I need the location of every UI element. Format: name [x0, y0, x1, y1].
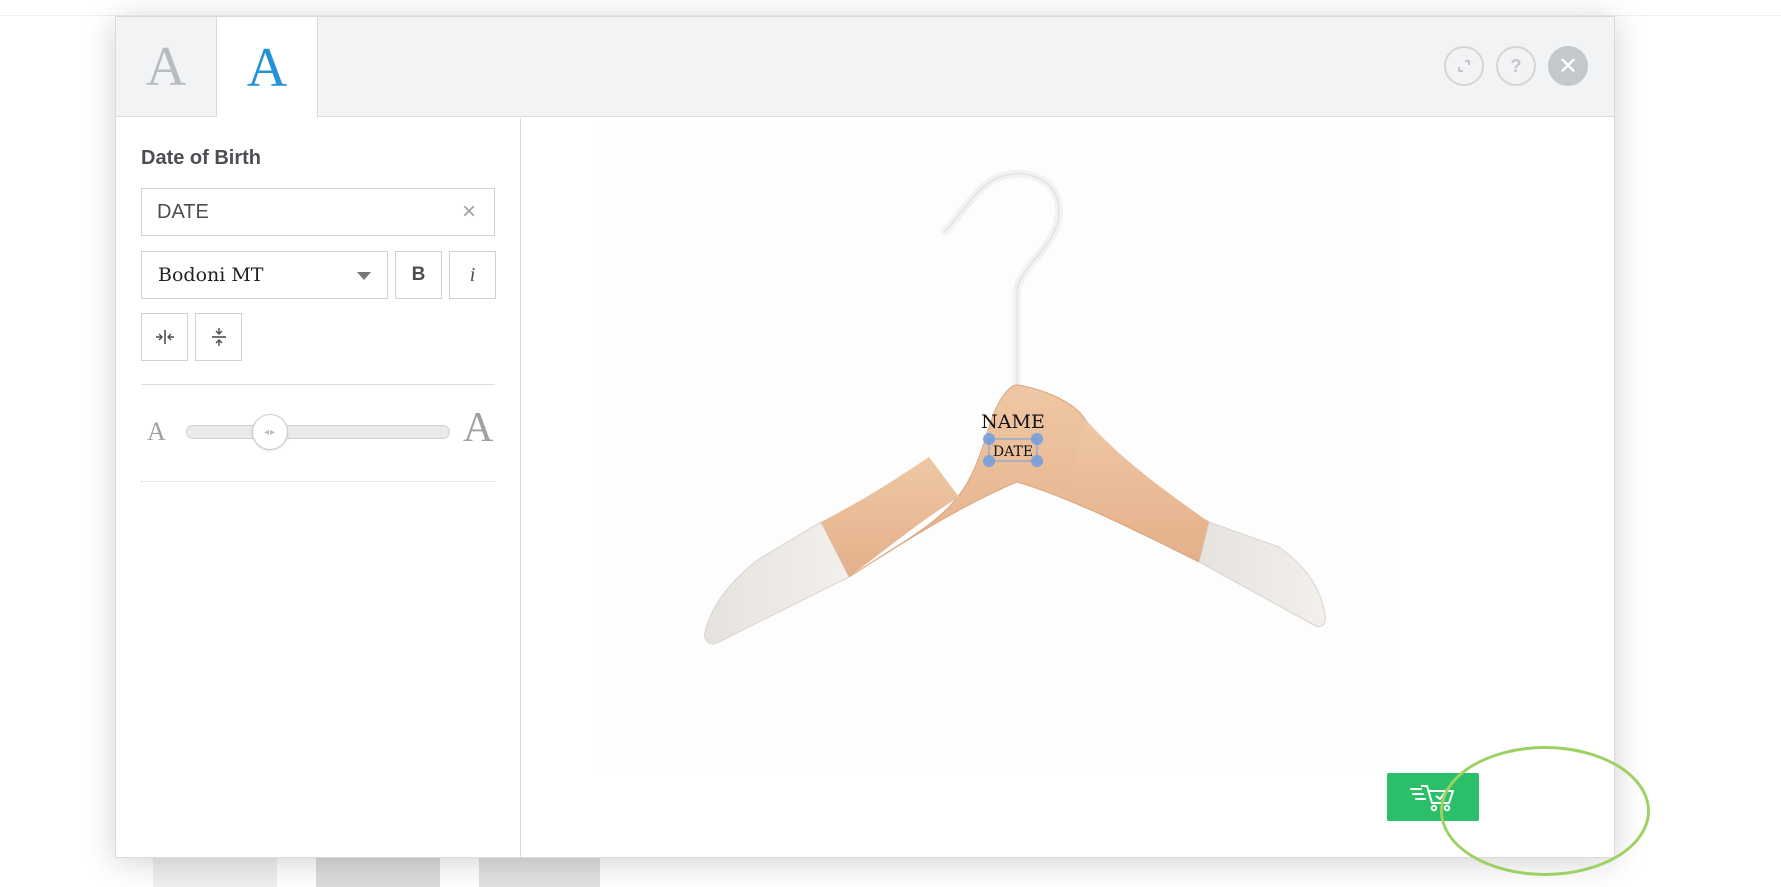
close-button[interactable]: ✕ — [1548, 46, 1588, 86]
chevron-down-icon — [357, 272, 371, 280]
name-text-layer[interactable]: NAME — [981, 411, 1045, 433]
text-settings-panel: Date of Birth × Bodoni MT B i — [116, 118, 521, 857]
clear-icon[interactable]: × — [458, 200, 480, 224]
modal-header: A A ? ✕ — [116, 17, 1614, 118]
align-center-vertical-icon — [211, 328, 226, 346]
product-preview: NAME DATE — [599, 127, 1399, 775]
font-size-large-label: A — [463, 405, 494, 451]
section-divider — [141, 481, 495, 482]
section-divider — [141, 384, 495, 385]
expand-icon — [1458, 60, 1470, 72]
font-family-value: Bodoni MT — [158, 264, 264, 286]
add-to-cart-button[interactable] — [1387, 773, 1479, 821]
font-family-select[interactable]: Bodoni MT — [141, 251, 388, 299]
bold-button[interactable]: B — [395, 251, 442, 299]
help-button[interactable]: ? — [1496, 46, 1536, 86]
font-size-slider[interactable] — [186, 425, 450, 439]
tab-text-layer-2[interactable]: A — [217, 17, 318, 118]
product-thumbnail[interactable] — [316, 855, 440, 887]
expand-button[interactable] — [1444, 46, 1484, 86]
center-vertical-button[interactable] — [195, 313, 242, 361]
center-horizontal-button[interactable] — [141, 313, 188, 361]
italic-button[interactable]: i — [449, 251, 496, 299]
tab-text-layer-1[interactable]: A — [116, 17, 217, 117]
field-label: Date of Birth — [141, 147, 261, 169]
hanger-image: NAME DATE — [704, 169, 1326, 645]
date-text-input[interactable] — [157, 189, 457, 235]
font-size-slider-handle[interactable]: ◂▸ — [252, 414, 288, 450]
thumbnail-strip — [0, 855, 1781, 887]
align-center-horizontal-icon — [155, 330, 174, 344]
cart-check-icon — [1410, 785, 1454, 812]
text-field-wrapper: × — [141, 188, 495, 236]
date-text-layer[interactable]: DATE — [993, 444, 1033, 460]
font-size-small-label: A — [147, 417, 166, 446]
product-thumbnail[interactable] — [153, 855, 277, 887]
personalization-modal: A A ? ✕ Date of Birth × Bodoni MT B i — [115, 16, 1615, 858]
product-thumbnail[interactable] — [479, 855, 600, 887]
preview-canvas: NAME DATE — [522, 118, 1614, 857]
page: A A ? ✕ Date of Birth × Bodoni MT B i — [0, 0, 1781, 887]
